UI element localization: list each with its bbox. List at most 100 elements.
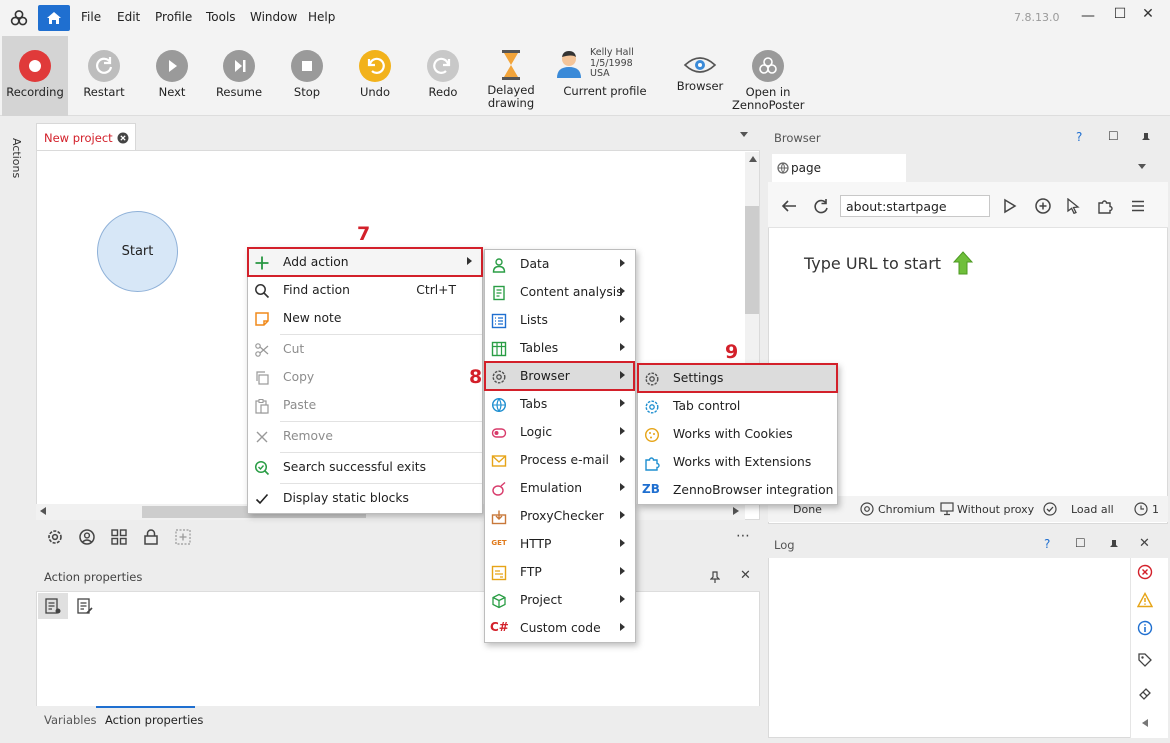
open-in-zennoposter-button[interactable]: Open in ZennoPoster xyxy=(732,36,804,116)
submenu-emulation-label: Emulation xyxy=(520,481,583,495)
submenu-http[interactable]: GET HTTP xyxy=(485,531,635,559)
menu-paste-label: Paste xyxy=(283,398,317,412)
browser-help-button[interactable]: ? xyxy=(1076,130,1082,144)
menu-new-note[interactable]: New note xyxy=(248,305,482,333)
user-circle-icon[interactable] xyxy=(78,528,96,546)
reload-icon[interactable] xyxy=(812,197,830,215)
maximize-button[interactable]: ☐ xyxy=(1110,6,1130,22)
submenu-content-analysis[interactable]: Content analysis xyxy=(485,279,635,307)
submenu-tabs[interactable]: Tabs xyxy=(485,391,635,419)
log-maximize-icon[interactable]: ☐ xyxy=(1075,536,1086,550)
back-arrow-icon[interactable] xyxy=(780,198,798,214)
menu-search-successful-exits[interactable]: Search successful exits xyxy=(248,454,482,482)
browser-button[interactable]: Browser xyxy=(672,36,728,116)
delayed-drawing-button[interactable]: Delayed drawing xyxy=(479,36,543,116)
submenu-project[interactable]: Project xyxy=(485,587,635,615)
lock-icon[interactable] xyxy=(142,528,160,546)
menu-display-static-blocks[interactable]: Display static blocks xyxy=(248,485,482,513)
home-button[interactable] xyxy=(38,5,70,31)
resume-button[interactable]: Resume xyxy=(207,36,271,116)
tab-variables[interactable]: Variables xyxy=(44,713,97,727)
submenu-tables[interactable]: Tables xyxy=(485,335,635,363)
submenu-arrow-icon xyxy=(620,483,625,491)
properties-edit-icon[interactable] xyxy=(76,597,94,615)
title-bar: File Edit Profile Tools Window Help 7.8.… xyxy=(0,0,1170,36)
tag-filter-icon[interactable] xyxy=(1137,652,1153,668)
menu-cut[interactable]: Cut xyxy=(248,336,482,364)
menu-copy[interactable]: Copy xyxy=(248,364,482,392)
submenu-ftp[interactable]: FTP xyxy=(485,559,635,587)
restart-button[interactable]: Restart xyxy=(72,36,136,116)
redo-button[interactable]: Redo xyxy=(411,36,475,116)
submenu-proxychecker[interactable]: ProxyChecker xyxy=(485,503,635,531)
sidebar-actions-tab[interactable]: Actions xyxy=(10,138,23,178)
add-circle-icon[interactable] xyxy=(1034,197,1052,215)
tab-new-project[interactable]: New project xyxy=(36,123,136,151)
undo-button[interactable]: Undo xyxy=(343,36,407,116)
log-scroll-icon[interactable] xyxy=(1142,719,1148,727)
submenu-cookies[interactable]: Works with Cookies xyxy=(638,421,837,449)
menu-help[interactable]: Help xyxy=(308,10,335,24)
log-close-icon[interactable]: ✕ xyxy=(1139,536,1150,551)
pin-icon[interactable] xyxy=(710,571,720,583)
next-label: Next xyxy=(158,85,186,99)
scroll-left-icon[interactable] xyxy=(40,507,46,515)
props-view-button-active[interactable] xyxy=(38,593,68,619)
go-play-icon[interactable] xyxy=(1003,198,1017,214)
menu-window[interactable]: Window xyxy=(250,10,297,24)
tab-list-dropdown-icon[interactable] xyxy=(740,132,748,138)
grid-icon[interactable] xyxy=(110,528,128,546)
menu-paste[interactable]: Paste xyxy=(248,392,482,420)
warning-filter-icon[interactable] xyxy=(1137,592,1153,608)
current-profile-button[interactable]: Kelly Hall 1/5/1998 USA Current profile xyxy=(550,36,660,116)
menu-profile[interactable]: Profile xyxy=(155,10,192,24)
log-help-button[interactable]: ? xyxy=(1044,537,1050,551)
close-button[interactable]: ✕ xyxy=(1138,6,1158,22)
recording-button[interactable]: Recording xyxy=(2,36,68,116)
cursor-icon[interactable] xyxy=(1066,198,1080,214)
hamburger-menu-icon[interactable] xyxy=(1130,198,1146,214)
browser-tab-page[interactable]: page xyxy=(772,154,906,182)
submenu-process-email[interactable]: Process e-mail xyxy=(485,447,635,475)
scroll-up-icon[interactable] xyxy=(749,156,757,162)
puzzle-extensions-icon[interactable] xyxy=(1096,197,1114,215)
clear-log-icon[interactable] xyxy=(1137,686,1153,702)
tab-action-properties[interactable]: Action properties xyxy=(105,713,203,727)
canvas-vertical-scroll-thumb[interactable] xyxy=(745,206,759,314)
minimize-button[interactable]: — xyxy=(1078,8,1098,24)
url-input[interactable]: about:startpage xyxy=(840,195,990,217)
more-options-icon[interactable]: ⋯ xyxy=(736,528,751,544)
submenu-extensions[interactable]: Works with Extensions xyxy=(638,449,837,477)
status-load-all[interactable]: Load all xyxy=(1071,503,1114,516)
add-block-icon[interactable] xyxy=(174,528,192,546)
submenu-lists[interactable]: Lists xyxy=(485,307,635,335)
error-filter-icon[interactable] xyxy=(1137,564,1153,580)
browser-maximize-icon[interactable]: ☐ xyxy=(1108,129,1119,143)
submenu-data[interactable]: Data xyxy=(485,251,635,279)
status-proxy[interactable]: Without proxy xyxy=(957,503,1034,516)
submenu-emulation[interactable]: Emulation xyxy=(485,475,635,503)
submenu-proxychecker-label: ProxyChecker xyxy=(520,509,604,523)
menu-file[interactable]: File xyxy=(81,10,101,24)
submenu-zennobrowser[interactable]: ZB ZennoBrowser integration xyxy=(638,477,837,505)
start-node[interactable]: Start xyxy=(97,211,178,292)
menu-find-action[interactable]: Find action Ctrl+T xyxy=(248,277,482,305)
log-pin-icon[interactable] xyxy=(1109,539,1119,551)
next-button[interactable]: Next xyxy=(140,36,204,116)
scroll-right-icon[interactable] xyxy=(733,507,739,515)
table-icon xyxy=(491,341,507,357)
stop-button[interactable]: Stop xyxy=(275,36,339,116)
submenu-custom-code[interactable]: C# Custom code xyxy=(485,615,635,643)
tab-close-icon[interactable] xyxy=(117,132,129,144)
properties-close-icon[interactable]: ✕ xyxy=(740,568,751,583)
menu-edit[interactable]: Edit xyxy=(117,10,140,24)
submenu-logic[interactable]: Logic xyxy=(485,419,635,447)
menu-tools[interactable]: Tools xyxy=(206,10,236,24)
settings-gear-icon[interactable] xyxy=(46,528,64,546)
browser-pin-icon[interactable] xyxy=(1141,132,1151,144)
submenu-tab-control[interactable]: Tab control xyxy=(638,393,837,421)
info-filter-icon[interactable] xyxy=(1137,620,1153,636)
menu-remove[interactable]: Remove xyxy=(248,423,482,451)
browser-tabs-dropdown-icon[interactable] xyxy=(1138,164,1146,170)
status-chromium[interactable]: Chromium xyxy=(878,503,935,516)
